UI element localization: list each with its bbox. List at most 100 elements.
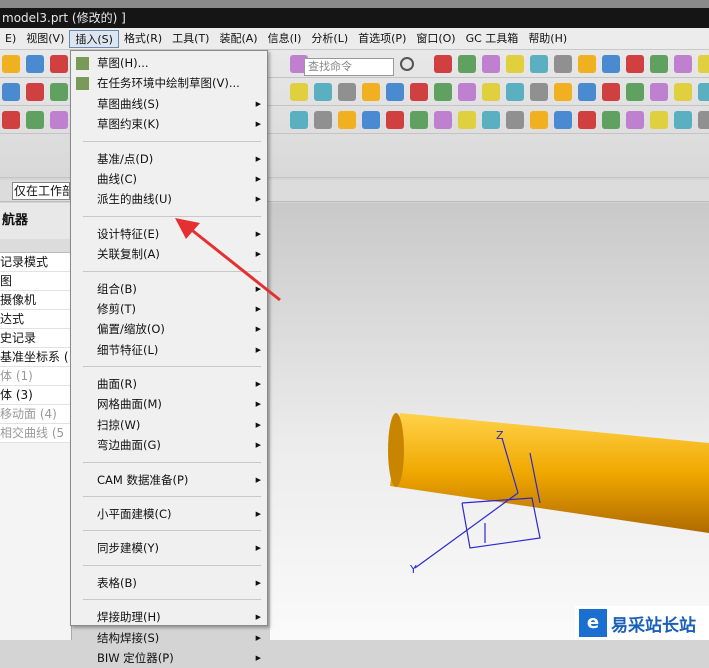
toolbar-button-icon[interactable] [338,83,356,101]
menu-item[interactable]: 在任务环境中绘制草图(V)... [71,73,267,93]
menu-item[interactable]: 偏置/缩放(O) ▶ [71,319,267,339]
toolbar-button-icon[interactable] [2,55,20,73]
navigator-item[interactable]: 摄像机 [0,291,71,310]
toolbar-button-icon[interactable] [482,83,500,101]
navigator-item[interactable]: 体 (1) [0,367,71,386]
toolbar-button-icon[interactable] [458,55,476,73]
search-icon[interactable] [400,57,414,71]
menu-item[interactable]: 表格(B) ▶ [71,573,267,593]
menu-3[interactable]: 格式(R) [119,30,167,48]
selection-scope-dropdown[interactable]: 仅在工作部 [12,182,70,200]
toolbar-button-icon[interactable] [290,83,308,101]
toolbar-button-icon[interactable] [674,55,692,73]
menu-item[interactable]: 扫掠(W) ▶ [71,415,267,435]
menu-item[interactable]: 基准/点(D) ▶ [71,149,267,169]
cylinder-body[interactable] [390,413,709,533]
menu-item[interactable]: BIW 定位器(P) ▶ [71,648,267,668]
toolbar-button-icon[interactable] [458,111,476,129]
toolbar-button-icon[interactable] [626,55,644,73]
toolbar-button-icon[interactable] [602,55,620,73]
menu-8[interactable]: 首选项(P) [353,30,411,48]
toolbar-button-icon[interactable] [554,83,572,101]
toolbar-button-icon[interactable] [530,55,548,73]
toolbar-button-icon[interactable] [26,111,44,129]
toolbar-button-icon[interactable] [26,55,44,73]
toolbar-button-icon[interactable] [314,83,332,101]
toolbar-button-icon[interactable] [578,111,596,129]
toolbar-button-icon[interactable] [530,83,548,101]
toolbar-button-icon[interactable] [554,55,572,73]
navigator-item[interactable]: 移动面 (4) [0,405,71,424]
toolbar-button-icon[interactable] [506,83,524,101]
menu-item[interactable]: 草图曲线(S) ▶ [71,94,267,114]
menu-9[interactable]: 窗口(O) [411,30,460,48]
menu-4[interactable]: 工具(T) [167,30,214,48]
menu-item[interactable]: 派生的曲线(U) ▶ [71,189,267,209]
toolbar-button-icon[interactable] [698,83,709,101]
menu-item[interactable]: 小平面建模(C) ▶ [71,504,267,524]
menu-item[interactable]: 结构焊接(S) ▶ [71,628,267,648]
toolbar-button-icon[interactable] [674,111,692,129]
toolbar-button-icon[interactable] [578,55,596,73]
toolbar-button-icon[interactable] [50,83,68,101]
toolbar-button-icon[interactable] [698,55,709,73]
toolbar-button-icon[interactable] [362,83,380,101]
command-search-input[interactable]: 查找命令 [304,58,394,76]
toolbar-button-icon[interactable] [578,83,596,101]
menu-11[interactable]: 帮助(H) [523,30,572,48]
toolbar-button-icon[interactable] [530,111,548,129]
toolbar-button-icon[interactable] [434,83,452,101]
navigator-item[interactable]: 相交曲线 (5 [0,424,71,443]
toolbar-button-icon[interactable] [2,83,20,101]
menu-item[interactable]: 曲面(R) ▶ [71,374,267,394]
navigator-item[interactable]: 达式 [0,310,71,329]
toolbar-button-icon[interactable] [410,83,428,101]
toolbar-button-icon[interactable] [554,111,572,129]
toolbar-button-icon[interactable] [506,55,524,73]
menu-item[interactable]: 草图约束(K) ▶ [71,114,267,134]
toolbar-button-icon[interactable] [386,111,404,129]
menu-item[interactable]: 网格曲面(M) ▶ [71,394,267,414]
menu-2[interactable]: 插入(S) [69,29,119,48]
toolbar-button-icon[interactable] [650,111,668,129]
menu-7[interactable]: 分析(L) [306,30,353,48]
toolbar-button-icon[interactable] [650,83,668,101]
toolbar-button-icon[interactable] [674,83,692,101]
navigator-item[interactable]: 记录模式 [0,253,71,272]
toolbar-button-icon[interactable] [314,111,332,129]
toolbar-button-icon[interactable] [50,111,68,129]
toolbar-button-icon[interactable] [602,83,620,101]
menu-10[interactable]: GC 工具箱 [461,30,524,48]
navigator-item[interactable]: 图 [0,272,71,291]
menu-item[interactable]: 弯边曲面(G) ▶ [71,435,267,455]
toolbar-button-icon[interactable] [290,111,308,129]
toolbar-button-icon[interactable] [698,111,709,129]
toolbar-button-icon[interactable] [26,83,44,101]
toolbar-button-icon[interactable] [602,111,620,129]
toolbar-button-icon[interactable] [2,111,20,129]
toolbar-button-icon[interactable] [50,55,68,73]
menu-item[interactable]: 焊接助理(H) ▶ [71,607,267,627]
toolbar-button-icon[interactable] [434,111,452,129]
toolbar-button-icon[interactable] [650,55,668,73]
menu-1[interactable]: 视图(V) [21,30,69,48]
menu-5[interactable]: 装配(A) [214,30,262,48]
toolbar-button-icon[interactable] [626,83,644,101]
toolbar-button-icon[interactable] [458,83,476,101]
menu-0[interactable]: E) [0,30,21,48]
toolbar-button-icon[interactable] [506,111,524,129]
toolbar-button-icon[interactable] [410,111,428,129]
menu-item[interactable]: 细节特征(L) ▶ [71,340,267,360]
toolbar-button-icon[interactable] [626,111,644,129]
navigator-item[interactable]: 体 (3) [0,386,71,405]
toolbar-button-icon[interactable] [434,55,452,73]
menu-item[interactable]: 曲线(C) ▶ [71,169,267,189]
graphics-viewport[interactable]: Z Y [270,203,709,640]
cylinder-end-face[interactable] [388,413,404,487]
toolbar-button-icon[interactable] [482,55,500,73]
toolbar-button-icon[interactable] [386,83,404,101]
toolbar-button-icon[interactable] [338,111,356,129]
menu-item[interactable]: 同步建模(Y) ▶ [71,538,267,558]
toolbar-button-icon[interactable] [482,111,500,129]
navigator-item[interactable]: 史记录 [0,329,71,348]
